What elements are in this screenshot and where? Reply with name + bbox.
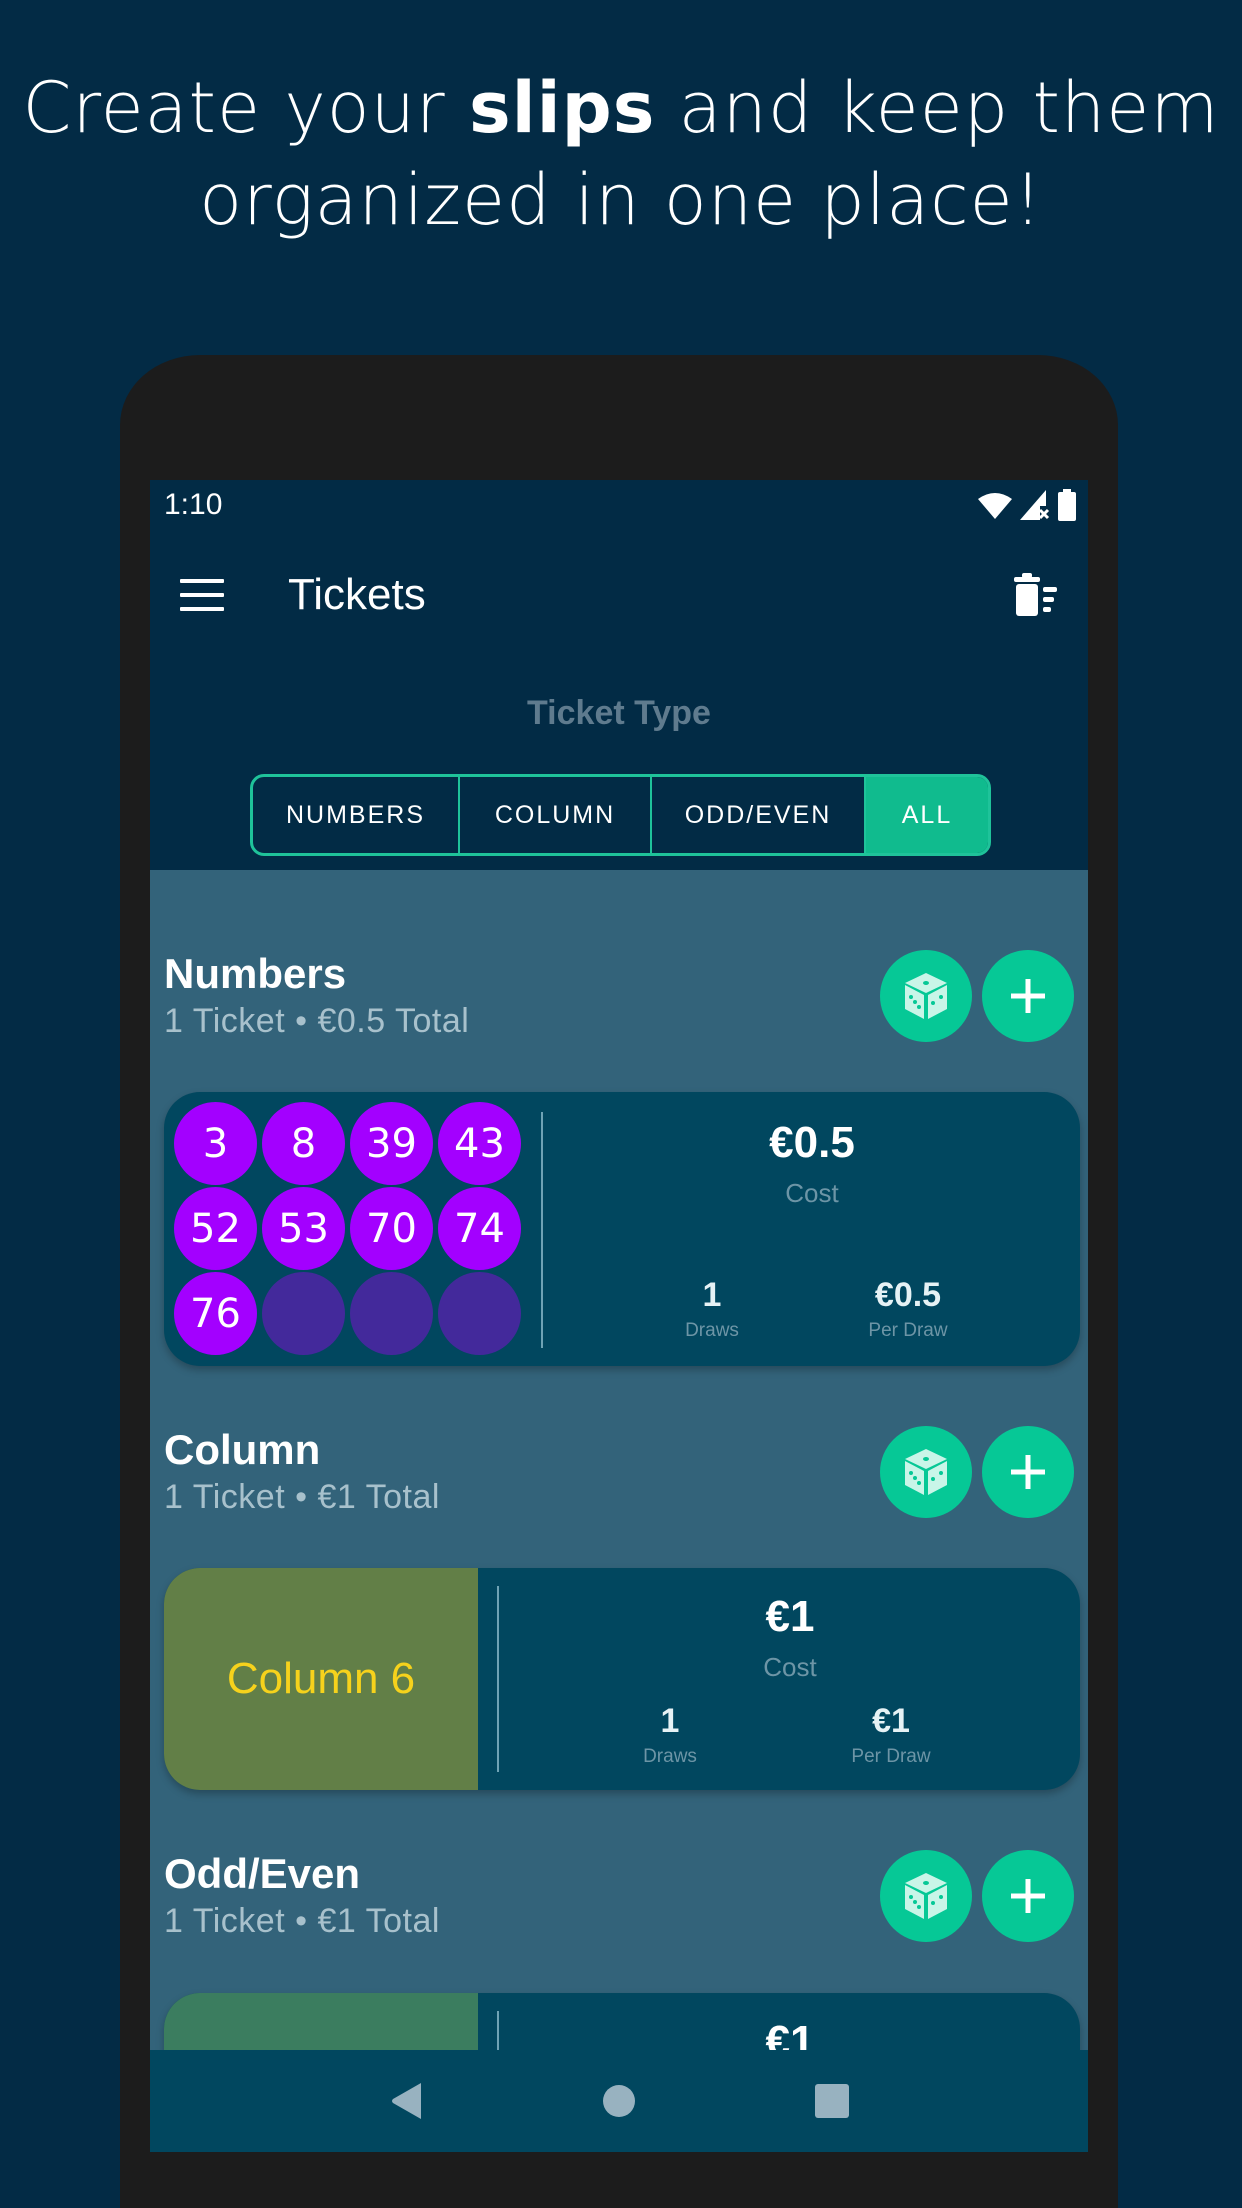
dice-icon bbox=[905, 1873, 947, 1919]
phone-screen: 1:10 Tickets Ticket Type NUMBERS COLUMN … bbox=[150, 480, 1088, 2152]
home-icon bbox=[602, 2085, 635, 2117]
draws-value: 1 bbox=[660, 1702, 680, 1740]
promo-headline: Create your slips and keep them organize… bbox=[0, 62, 1242, 246]
plus-icon bbox=[1011, 1455, 1045, 1489]
divider bbox=[541, 1112, 543, 1348]
cost-label: Cost bbox=[763, 1652, 817, 1682]
filter-column[interactable]: COLUMN bbox=[460, 777, 652, 853]
empty-ball-slot bbox=[262, 1272, 345, 1355]
dice-icon bbox=[905, 973, 947, 1019]
section-subtitle: 1 Ticket • €0.5 Total bbox=[164, 1002, 470, 1040]
battery-icon bbox=[1058, 489, 1076, 521]
section-title: Odd/Even bbox=[164, 1850, 361, 1897]
section-subtitle: 1 Ticket • €1 Total bbox=[164, 1902, 440, 1940]
draws-value: 1 bbox=[702, 1276, 722, 1314]
add-ticket-button[interactable] bbox=[982, 950, 1074, 1042]
number-ball: 70 bbox=[350, 1187, 433, 1270]
add-ticket-button[interactable] bbox=[982, 1850, 1074, 1942]
ticket-cost: €0.5 bbox=[769, 1118, 855, 1167]
number-ball: 8 bbox=[262, 1102, 345, 1185]
draws-label: Draws bbox=[685, 1320, 739, 1341]
random-ticket-button[interactable] bbox=[880, 950, 972, 1042]
page-title: Tickets bbox=[288, 570, 426, 619]
per-draw-label: Per Draw bbox=[868, 1320, 948, 1341]
number-ball: 52 bbox=[174, 1187, 257, 1270]
system-nav-bar bbox=[150, 2050, 1088, 2152]
wifi-icon bbox=[978, 493, 1012, 519]
delete-sweep-icon[interactable] bbox=[1012, 573, 1058, 617]
status-bar: 1:10 bbox=[150, 480, 1088, 530]
signal-no-service-icon bbox=[1020, 490, 1050, 520]
ticket-card-column[interactable]: Column 6 €1 Cost 1 Draws €1 Per Draw bbox=[164, 1568, 1080, 1790]
empty-ball-slot bbox=[350, 1272, 433, 1355]
per-draw-value: €0.5 bbox=[874, 1276, 942, 1314]
number-ball: 39 bbox=[350, 1102, 433, 1185]
filter-odd-even[interactable]: ODD/EVEN bbox=[652, 777, 866, 853]
draws-label: Draws bbox=[643, 1746, 697, 1767]
add-ticket-button[interactable] bbox=[982, 1426, 1074, 1518]
section-header-numbers: Numbers 1 Ticket • €0.5 Total bbox=[164, 950, 1074, 1050]
plus-icon bbox=[1011, 1879, 1045, 1913]
filter-all[interactable]: ALL bbox=[866, 777, 988, 853]
ticket-type-filter: Ticket Type NUMBERS COLUMN ODD/EVEN ALL bbox=[150, 660, 1088, 870]
section-header-column: Column 1 Ticket • €1 Total bbox=[164, 1426, 1074, 1526]
number-ball: 74 bbox=[438, 1187, 521, 1270]
recents-button[interactable] bbox=[802, 2071, 862, 2131]
headline-line-2: organized in one place! bbox=[199, 159, 1043, 241]
empty-ball-slot bbox=[438, 1272, 521, 1355]
number-ball: 43 bbox=[438, 1102, 521, 1185]
filter-numbers[interactable]: NUMBERS bbox=[253, 777, 460, 853]
back-button[interactable] bbox=[376, 2071, 436, 2131]
divider bbox=[497, 1586, 499, 1772]
menu-icon[interactable] bbox=[180, 579, 224, 611]
random-ticket-button[interactable] bbox=[880, 1850, 972, 1942]
per-draw-label: Per Draw bbox=[851, 1746, 931, 1767]
dice-icon bbox=[905, 1449, 947, 1495]
ticket-type-segmented-control: NUMBERS COLUMN ODD/EVEN ALL bbox=[250, 774, 991, 856]
status-time: 1:10 bbox=[164, 488, 223, 521]
home-button[interactable] bbox=[589, 2071, 649, 2131]
cost-label: Cost bbox=[785, 1178, 839, 1208]
number-ball: 53 bbox=[262, 1187, 345, 1270]
number-ball: 3 bbox=[174, 1102, 257, 1185]
section-subtitle: 1 Ticket • €1 Total bbox=[164, 1478, 440, 1516]
number-ball: 76 bbox=[174, 1272, 257, 1355]
section-header-odd-even: Odd/Even 1 Ticket • €1 Total bbox=[164, 1850, 1074, 1950]
back-icon bbox=[392, 2083, 422, 2119]
plus-icon bbox=[1011, 979, 1045, 1013]
number-balls: 3 8 39 43 52 53 70 74 76 bbox=[174, 1102, 524, 1355]
headline-line-1: Create your slips and keep them bbox=[22, 67, 1220, 149]
app-bar: Tickets bbox=[150, 530, 1088, 660]
ticket-card-numbers[interactable]: 3 8 39 43 52 53 70 74 76 €0.5 Cost 1 Draws €0.5 … bbox=[164, 1092, 1080, 1366]
ticket-cost: €1 bbox=[765, 1592, 815, 1641]
filter-label: Ticket Type bbox=[527, 694, 711, 732]
random-ticket-button[interactable] bbox=[880, 1426, 972, 1518]
recents-icon bbox=[814, 2084, 849, 2118]
per-draw-value: €1 bbox=[872, 1702, 910, 1740]
section-title: Numbers bbox=[164, 950, 347, 997]
column-selection: Column 6 bbox=[164, 1568, 478, 1790]
section-title: Column bbox=[164, 1426, 321, 1473]
